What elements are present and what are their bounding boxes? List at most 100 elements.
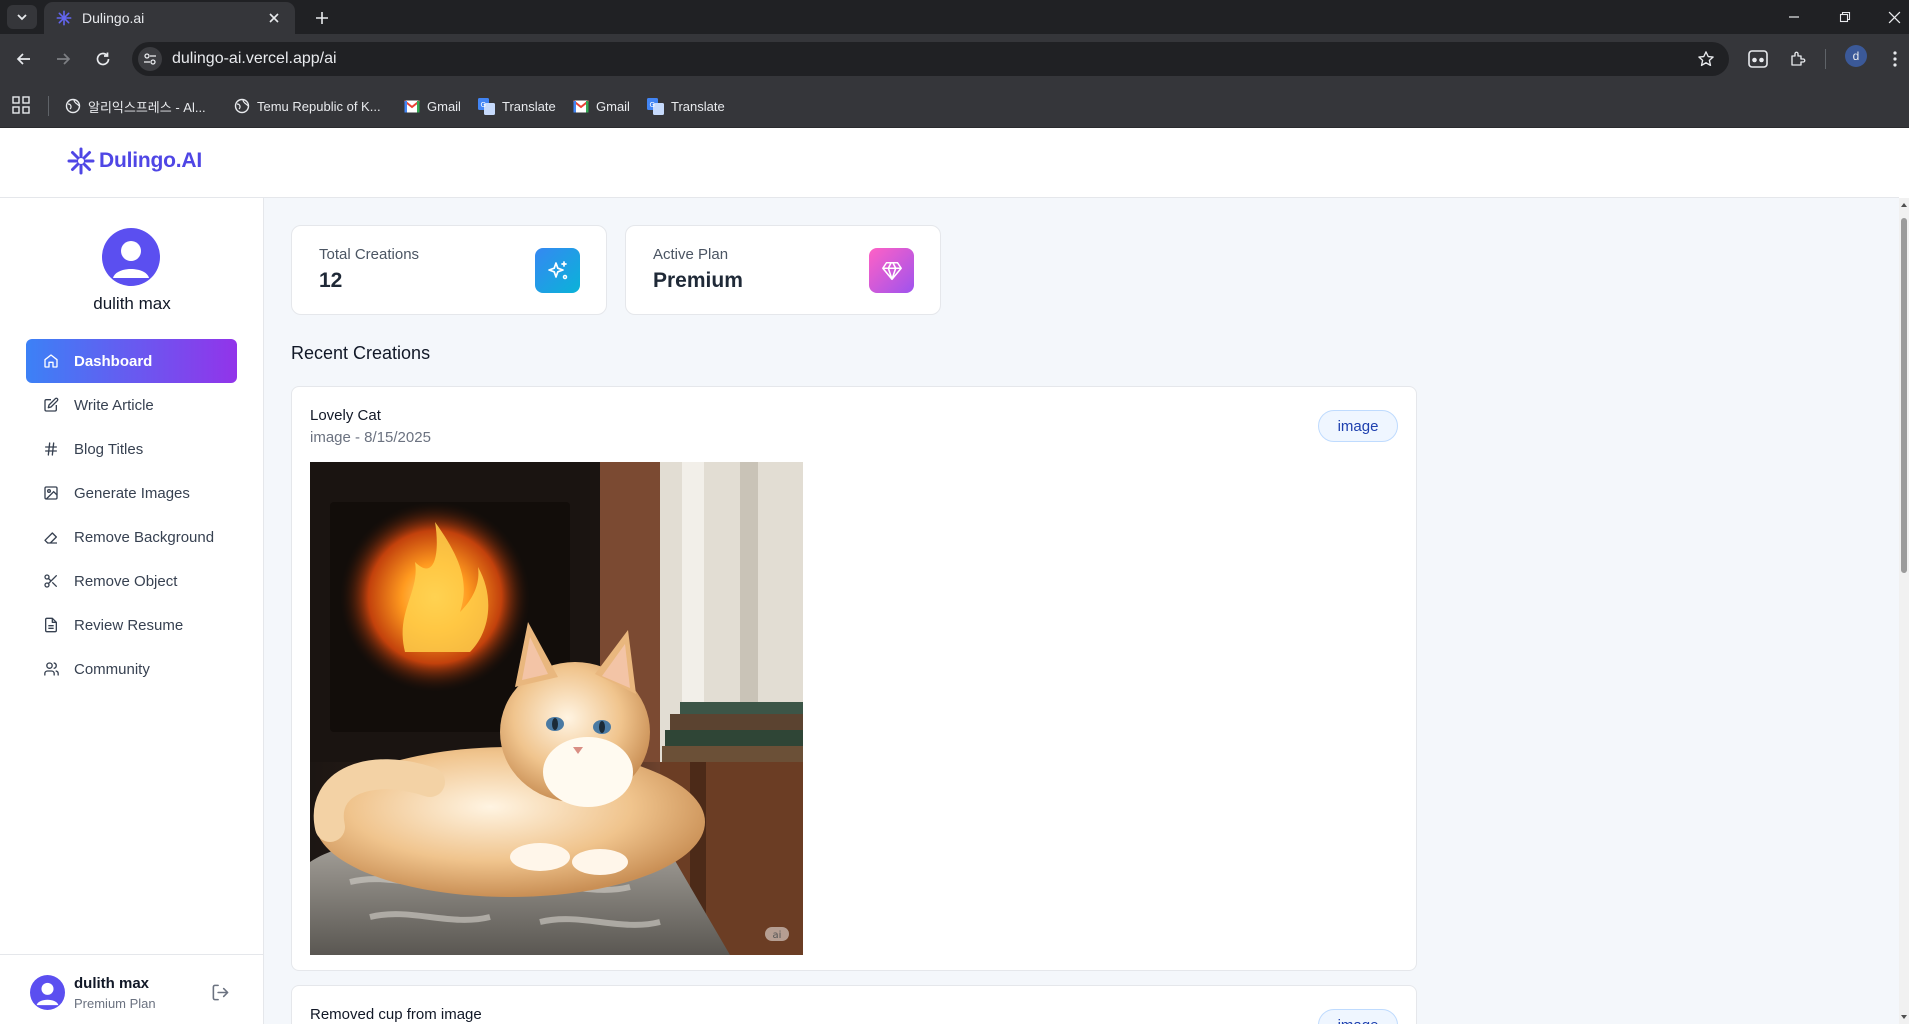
app-root: Dulingo.AI dulith max Dashboard Write Ar… [0,128,1909,1024]
close-tab-icon[interactable] [265,9,283,27]
sidebar-item-blog-titles[interactable]: Blog Titles [26,427,237,471]
sidebar-item-label: Write Article [74,396,154,414]
tab-title: Dulingo.ai [82,10,145,26]
sidebar-item-label: Blog Titles [74,440,144,458]
dulingo-favicon-icon [56,10,72,26]
restore-button[interactable] [1822,0,1868,34]
edit-icon [42,396,60,414]
new-tab-button[interactable] [310,6,334,30]
user-name: dulith max [93,294,171,313]
translate-icon: G [647,97,664,115]
sidebar-item-remove-object[interactable]: Remove Object [26,559,237,603]
sidebar-item-dashboard[interactable]: Dashboard [26,339,237,383]
scrollbar-thumb[interactable] [1901,218,1907,573]
bookmark-star-icon[interactable] [1697,50,1715,68]
main-content: Total Creations 12 Active Plan Premium R… [264,198,1899,1024]
close-window-button[interactable] [1871,0,1909,34]
footer-user-plan: Premium Plan [74,996,156,1011]
recent-creations-heading: Recent Creations [291,343,431,363]
brand-logo[interactable]: Dulingo.AI [67,147,202,175]
bookmark-item[interactable]: Gmail [403,94,461,118]
browser-toolbar: dulingo-ai.vercel.app/ai d [0,34,1909,84]
bookmark-item[interactable]: G Translate [478,94,556,118]
plus-icon [316,12,328,24]
stat-label: Total Creations [319,246,420,263]
gmail-icon [403,98,420,115]
bookmark-item[interactable]: Gmail [572,94,630,118]
sidebar-item-write-article[interactable]: Write Article [26,383,237,427]
ai-watermark: ai [773,930,782,941]
footer-user-name: dulith max [74,975,150,992]
tab-search-button[interactable] [7,5,37,29]
arrow-right-icon [57,53,71,65]
reload-icon [96,52,110,66]
bookmark-item[interactable]: G Translate [647,94,725,118]
eraser-icon [42,528,60,546]
bookmark-label: Gmail [596,98,630,114]
sidebar-item-label: Remove Background [74,528,215,546]
sidebar-item-remove-background[interactable]: Remove Background [26,515,237,559]
sidebar-item-label: Community [74,660,150,678]
reload-button[interactable] [91,47,115,71]
bookmark-item[interactable]: Temu Republic of K... [233,94,381,118]
app-header: Dulingo.AI [0,128,1899,198]
sidebar-item-generate-images[interactable]: Generate Images [26,471,237,515]
sidebar: dulith max Dashboard Write Article Blog … [0,198,264,1024]
bookmark-label: Translate [502,98,556,114]
sidebar-nav: Dashboard Write Article Blog Titles Gene… [26,339,237,691]
user-avatar-small[interactable] [30,975,65,1010]
gem-icon [869,248,914,293]
browser-tab-bar: Dulingo.ai [0,0,1909,34]
restore-icon [1839,11,1851,23]
reading-mode-icon[interactable] [1746,47,1770,71]
sidebar-item-review-resume[interactable]: Review Resume [26,603,237,647]
svg-text:G: G [481,101,486,109]
apps-grid-icon[interactable] [12,96,30,114]
bookmark-item[interactable]: 알리익스프레스 - Al... [64,94,206,118]
arrow-left-icon [16,53,30,65]
scissors-icon [42,572,60,590]
scroll-up-icon [1901,203,1907,207]
creation-type-badge[interactable]: image [1318,1009,1398,1024]
stat-label: Active Plan [653,246,729,263]
extensions-icon[interactable] [1786,47,1810,71]
bookmark-label: Gmail [427,98,461,114]
sidebar-item-label: Remove Object [74,572,178,590]
url-text: dulingo-ai.vercel.app/ai [172,50,337,67]
creation-type-badge[interactable]: image [1318,410,1398,442]
file-text-icon [42,616,60,634]
bookmarks-divider [48,96,49,116]
creation-meta: image - 8/15/2025 [310,429,431,446]
browser-tab-active[interactable]: Dulingo.ai [44,2,295,34]
minimize-button[interactable] [1771,0,1817,34]
back-button[interactable] [12,47,36,71]
creation-item[interactable]: Removed cup from image image [291,985,1417,1024]
home-icon [42,352,60,370]
stat-card-total-creations: Total Creations 12 [291,225,607,315]
sidebar-item-community[interactable]: Community [26,647,237,691]
sparkles-icon [535,248,580,293]
toolbar-divider [1825,49,1826,69]
gmail-icon [572,98,589,115]
bookmark-label: Translate [671,98,725,114]
forward-button[interactable] [51,47,75,71]
close-icon [1888,11,1900,23]
stat-value: Premium [653,269,743,292]
bookmark-label: 알리익스프레스 - Al... [88,99,206,115]
menu-kebab-icon[interactable] [1883,47,1907,71]
bookmark-label: Temu Republic of K... [257,98,381,114]
user-avatar[interactable] [102,228,160,286]
sidebar-item-label: Generate Images [74,484,190,502]
creation-item[interactable]: Lovely Cat image - 8/15/2025 image ai [291,386,1417,971]
address-bar[interactable]: dulingo-ai.vercel.app/ai [132,42,1729,76]
chevron-down-icon [17,14,27,21]
sparkle-logo-icon [67,147,95,175]
minimize-icon [1789,16,1799,18]
creation-title: Lovely Cat [310,407,381,424]
sidebar-item-label: Review Resume [74,616,184,634]
logout-icon[interactable] [211,983,230,1002]
profile-avatar[interactable]: d [1845,45,1867,67]
page-scrollbar[interactable] [1899,198,1909,1024]
site-info-icon[interactable] [138,47,162,71]
creation-title: Removed cup from image [310,1006,482,1023]
